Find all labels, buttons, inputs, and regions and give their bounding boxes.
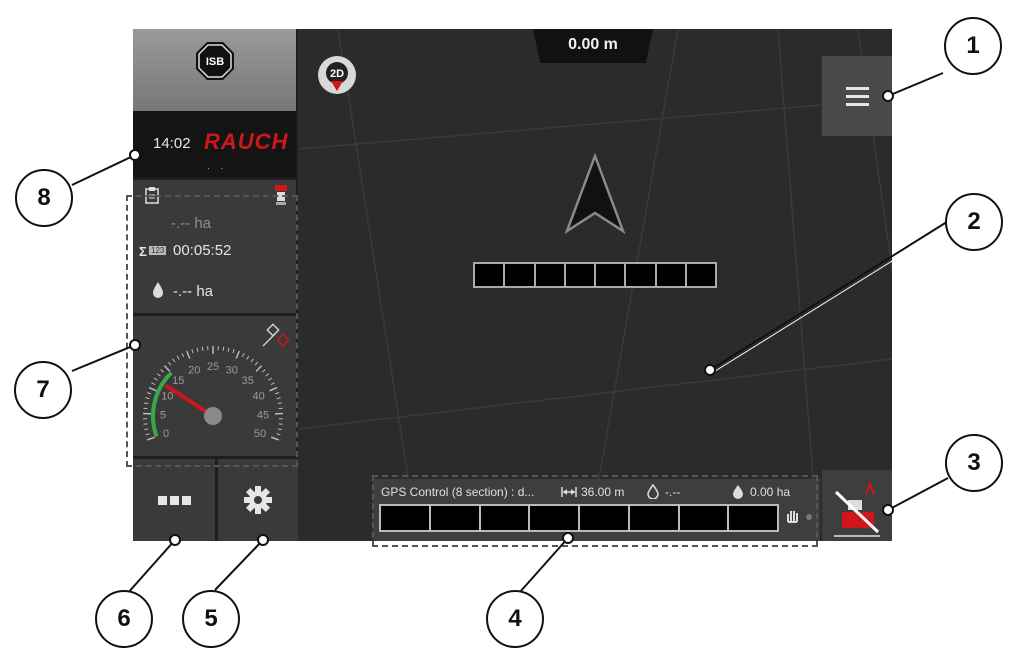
callout-5: 5	[182, 590, 240, 648]
distance-readout: 0.00 m	[533, 29, 653, 63]
boom-section	[536, 264, 566, 286]
boom-section	[505, 264, 536, 286]
status-bar: 14:02 RAUCH . .	[133, 111, 296, 177]
callout-1: 1	[944, 17, 1002, 75]
boom-section	[626, 264, 657, 286]
svg-text:2D: 2D	[330, 68, 344, 80]
isb-stop-icon: ISB	[196, 42, 234, 80]
highlight-gps-bar	[372, 475, 818, 547]
callout-2: 2	[945, 193, 1003, 251]
more-squares-icon	[158, 496, 191, 505]
gear-icon	[244, 486, 272, 514]
isb-label: ISB	[206, 56, 224, 68]
boom-section	[596, 264, 627, 286]
boom-section	[566, 264, 596, 286]
clock-time: 14:02	[153, 135, 191, 152]
settings-button[interactable]	[218, 459, 298, 541]
callout-6: 6	[95, 590, 153, 648]
menu-button[interactable]	[822, 56, 892, 136]
page-dots: . .	[207, 161, 228, 172]
highlight-left-panel	[126, 195, 298, 467]
callout-4: 4	[486, 590, 544, 648]
boom-section	[657, 264, 687, 286]
brand-logo: RAUCH	[204, 129, 289, 154]
callout-7: 7	[14, 361, 72, 419]
boom-sections	[473, 262, 717, 288]
navigation-arrow-icon	[564, 153, 626, 235]
callout-8: 8	[15, 169, 73, 227]
compass-2d-icon: 2D	[326, 62, 348, 91]
isb-button[interactable]: ISB	[133, 29, 296, 111]
boom-section	[475, 264, 506, 286]
boom-section	[687, 264, 715, 286]
more-button[interactable]	[133, 459, 215, 541]
section-control-icon	[834, 481, 880, 537]
callout-3: 3	[945, 434, 1003, 492]
section-control-button[interactable]	[822, 470, 892, 541]
hamburger-menu-icon	[846, 87, 869, 106]
compass-2d-button[interactable]: 2D	[318, 56, 356, 94]
